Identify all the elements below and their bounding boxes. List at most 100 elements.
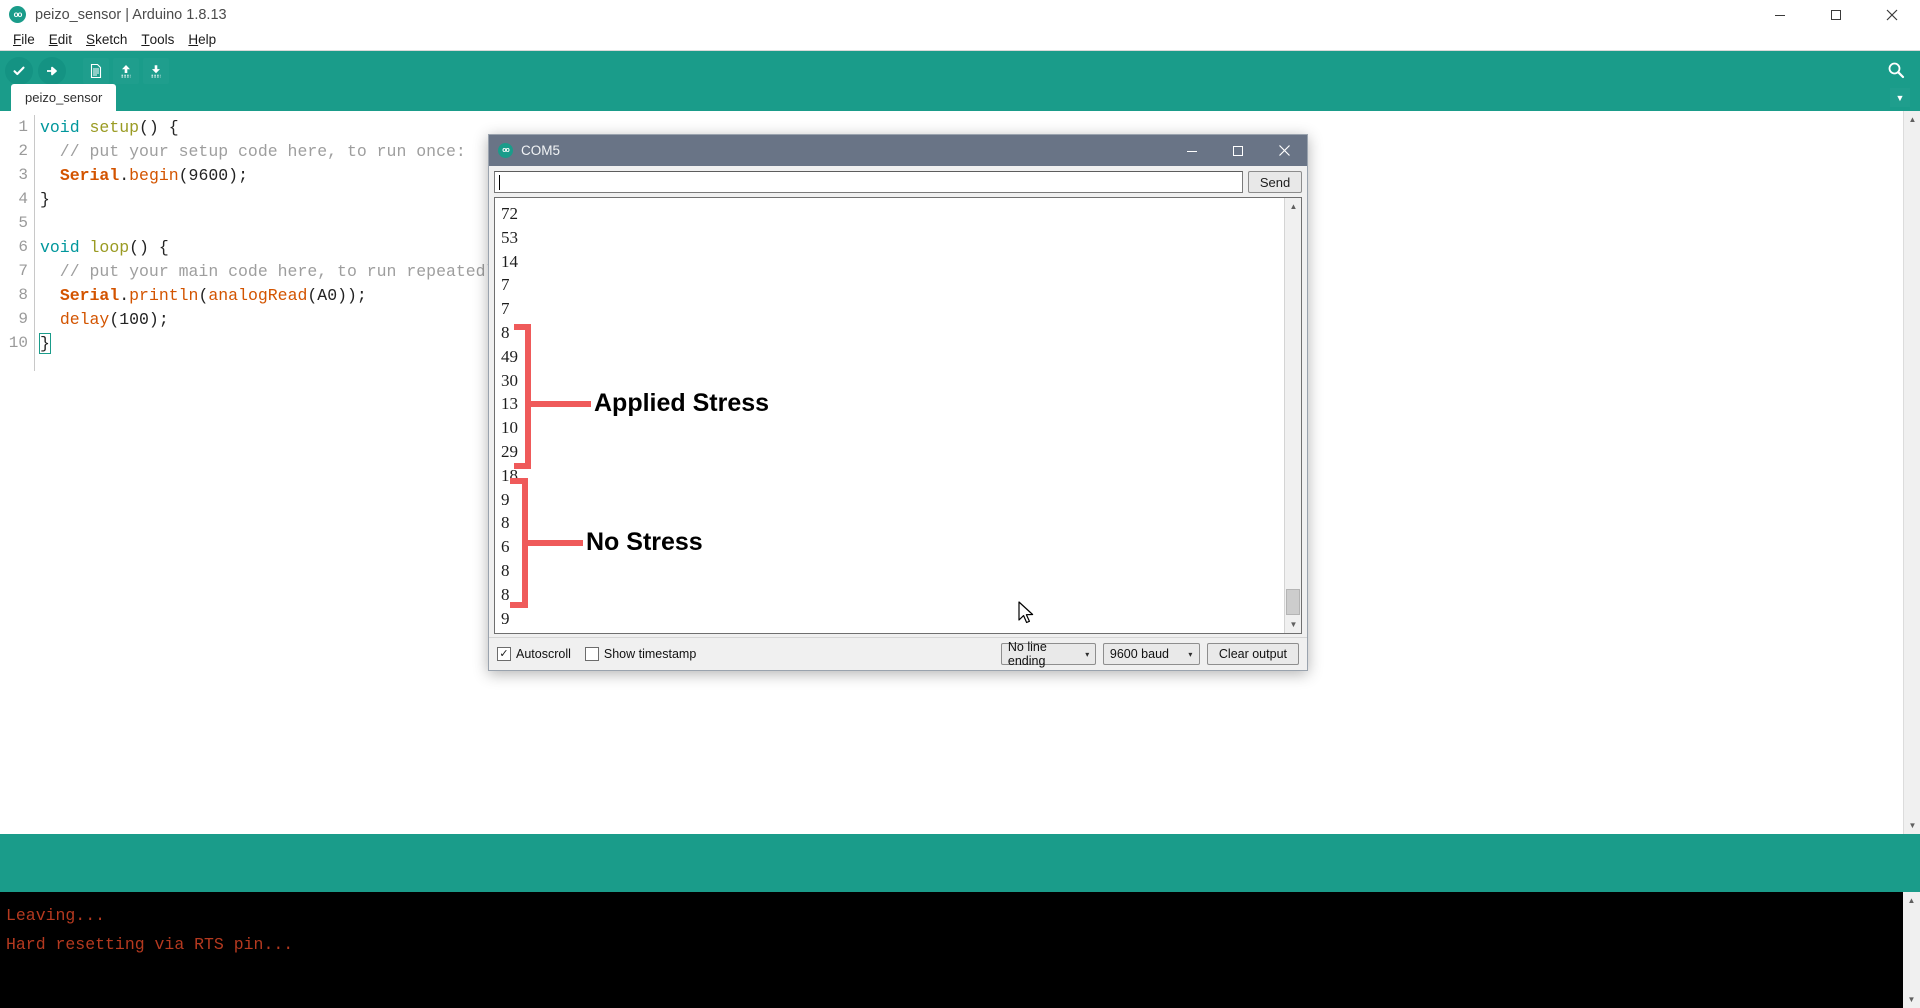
line-number: 5: [18, 214, 28, 232]
serial-output-value: 9: [501, 608, 510, 628]
serial-maximize-button[interactable]: [1215, 135, 1261, 166]
code-line-text: }: [34, 190, 50, 209]
serial-scroll-down-icon[interactable]: ▼: [1285, 616, 1301, 633]
close-button[interactable]: [1864, 0, 1920, 29]
serial-output-value: 10: [501, 418, 518, 438]
console-scrollbar[interactable]: ▲ ▼: [1903, 892, 1920, 1008]
code-line-text: Serial.println(analogRead(A0));: [34, 286, 367, 305]
window-titlebar: oo peizo_sensor | Arduino 1.8.13: [0, 0, 1920, 29]
menu-file[interactable]: File: [6, 29, 42, 51]
line-ending-value: No line ending: [1007, 640, 1047, 668]
serial-output-value: 8: [501, 560, 510, 580]
autoscroll-label: Autoscroll: [516, 647, 571, 661]
serial-scroll-up-icon[interactable]: ▲: [1285, 198, 1301, 215]
save-sketch-button[interactable]: [143, 57, 169, 84]
code-token: (100);: [109, 309, 169, 329]
code-token: void: [40, 117, 90, 137]
serial-output-value: 8: [501, 584, 510, 604]
serial-output-value: 8: [501, 322, 510, 342]
serial-output-value: 7: [501, 299, 510, 319]
serial-output-value: 6: [501, 537, 510, 557]
verify-checkmark-icon: [13, 66, 25, 75]
serial-monitor-logo-icon: oo: [498, 143, 513, 158]
scroll-up-arrow-icon[interactable]: ▲: [1904, 111, 1920, 128]
line-number: 9: [18, 310, 28, 328]
serial-monitor-button[interactable]: [1882, 56, 1910, 84]
serial-output-value: 8: [501, 513, 510, 533]
new-sketch-button[interactable]: [83, 57, 109, 84]
code-token: Serial: [59, 165, 120, 185]
serial-minimize-button[interactable]: [1169, 135, 1215, 166]
code-token: // put your setup code here, to run once…: [40, 141, 466, 161]
line-ending-select[interactable]: No line ending ▾: [1000, 640, 1096, 668]
serial-output-value: 18: [501, 465, 518, 485]
serial-output-value: 72: [501, 204, 518, 223]
serial-close-button[interactable]: [1261, 135, 1307, 166]
menu-sketch[interactable]: Sketch: [79, 29, 134, 51]
show-timestamp-checkbox[interactable]: [584, 647, 599, 661]
console-scroll-down-icon[interactable]: ▼: [1903, 991, 1920, 1008]
line-ending-chevron-down-icon: ▾: [1085, 649, 1090, 659]
code-token: setup: [89, 117, 140, 137]
code-token: (: [198, 285, 209, 305]
menu-edit[interactable]: Edit: [42, 29, 79, 51]
upload-button[interactable]: [38, 56, 66, 85]
serial-output-value: 7: [501, 275, 510, 295]
sketch-tabstrip: peizo_sensor ▼: [0, 84, 1920, 111]
code-token: (9600);: [178, 165, 248, 185]
menu-help[interactable]: Help: [181, 29, 223, 51]
send-button[interactable]: Send: [1248, 171, 1302, 193]
autoscroll-checkbox-group[interactable]: ✓ Autoscroll: [497, 647, 571, 661]
code-token: analogRead: [208, 285, 308, 305]
serial-monitor-title: COM5: [521, 143, 561, 158]
line-number: 1: [18, 118, 28, 136]
editor-scrollbar[interactable]: ▲ ▼: [1903, 111, 1920, 834]
baud-rate-chevron-down-icon: ▾: [1188, 649, 1193, 659]
serial-output-panel[interactable]: 72 53 14 7 7 8 49 30 13 10 29 18 9 8 6 8 8 9 ▲ ▼: [494, 197, 1302, 634]
console-scroll-up-icon[interactable]: ▲: [1903, 892, 1920, 909]
show-timestamp-label: Show timestamp: [603, 647, 697, 661]
arduino-ide-window: oo peizo_sensor | Arduino 1.8.13 File Ed…: [0, 0, 1920, 1008]
line-number: 3: [18, 166, 28, 184]
line-number: 8: [18, 286, 28, 304]
code-token: () {: [139, 117, 179, 137]
code-token: delay: [59, 309, 110, 329]
arduino-logo-icon: oo: [9, 6, 26, 23]
serial-monitor-footer: ✓ Autoscroll Show timestamp No line endi…: [489, 637, 1307, 670]
timestamp-checkbox-group[interactable]: Show timestamp: [584, 647, 697, 661]
minimize-button[interactable]: [1752, 0, 1808, 29]
tab-peizo-sensor[interactable]: peizo_sensor: [11, 84, 117, 111]
autoscroll-checkbox[interactable]: ✓: [497, 647, 511, 661]
clear-output-button[interactable]: Clear output: [1206, 643, 1299, 665]
serial-output-value: 9: [501, 489, 510, 509]
open-sketch-button[interactable]: [113, 57, 139, 84]
code-token: void: [40, 237, 90, 257]
maximize-button[interactable]: [1808, 0, 1864, 29]
console-line: Leaving...: [6, 906, 106, 925]
console-line: Hard resetting via RTS pin...: [6, 935, 294, 954]
baud-rate-select[interactable]: 9600 baud ▾: [1102, 643, 1200, 665]
chevron-down-icon[interactable]: ▼: [1890, 88, 1910, 107]
serial-output-value: 49: [501, 346, 518, 366]
code-line-text: }: [34, 332, 51, 354]
serial-scrollbar-thumb[interactable]: [1286, 589, 1300, 615]
text-caret: [499, 174, 500, 190]
code-token: .: [119, 165, 130, 185]
serial-output-value: 14: [501, 251, 518, 271]
serial-output-scrollbar[interactable]: ▲ ▼: [1284, 198, 1301, 633]
code-token: .: [119, 285, 130, 305]
code-token: Serial: [59, 285, 120, 305]
code-token: // put your main code here, to run repea…: [40, 261, 516, 281]
scroll-down-arrow-icon[interactable]: ▼: [1904, 817, 1920, 834]
line-number: 7: [18, 262, 28, 280]
menu-tools[interactable]: Tools: [134, 29, 181, 51]
serial-send-input[interactable]: [494, 171, 1243, 193]
line-number: 10: [8, 334, 28, 352]
code-line-text: void loop() {: [34, 238, 169, 257]
serial-monitor-window: oo COM5 Send 72 53 14 7 7 8 49 30 13 10 …: [488, 134, 1308, 671]
serial-output-value: 53: [501, 227, 518, 247]
verify-button[interactable]: [5, 56, 33, 85]
menubar: File Edit Sketch Tools Help: [0, 29, 1920, 51]
